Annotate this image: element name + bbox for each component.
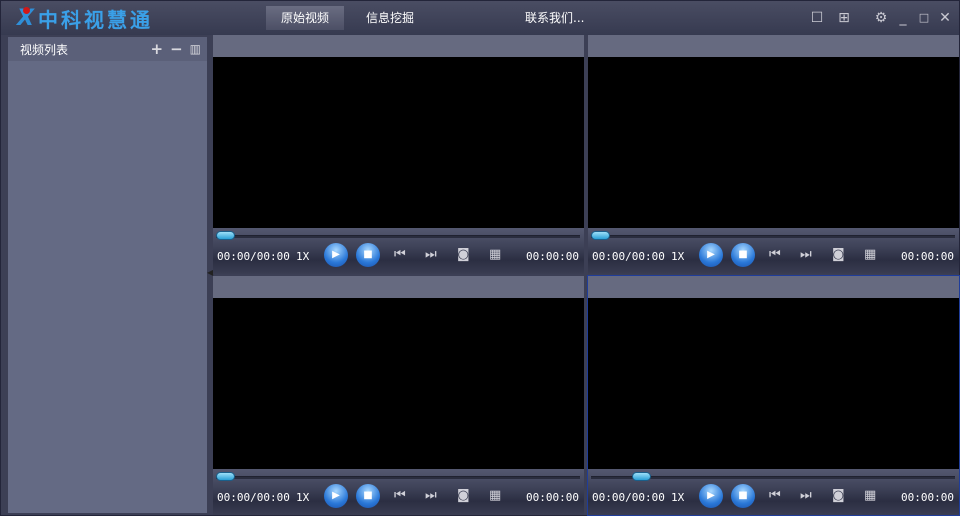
video-panel-2[interactable]: 00:00/00:00 1X ▶ ■ ⏮ ⏭ ◙ ▦ 00:00:00 [588, 35, 959, 274]
video-list-header: 视频列表 + − ▥ [8, 37, 207, 61]
elapsed-time: 00:00/00:00 [217, 491, 290, 504]
video-panel-3[interactable]: 00:00/00:00 1X ▶ ■ ⏮ ⏭ ◙ ▦ 00:00:00 [213, 276, 584, 515]
title-bar: X 中科视慧通 原始视频 信息挖掘 联系我们... ☐ ⊞ ⚙ _ □ ✕ [1, 1, 959, 35]
progress-handle[interactable] [216, 472, 235, 481]
delete-icon[interactable]: ▥ [190, 42, 201, 56]
nav-tab-info-mining[interactable]: 信息挖掘 [351, 6, 429, 30]
progress-track[interactable] [591, 235, 955, 238]
panel-header [213, 276, 584, 298]
previous-icon[interactable]: ⏮ [769, 247, 781, 263]
playback-speed[interactable]: 1X [671, 250, 684, 263]
video-list-sidebar: 视频列表 + − ▥ [8, 37, 207, 513]
playback-speed[interactable]: 1X [296, 491, 309, 504]
snapshot-icon[interactable]: ◙ [832, 488, 845, 504]
video-panel-4[interactable]: 00:00/00:00 1X ▶ ■ ⏮ ⏭ ◙ ▦ 00:00:00 [587, 275, 960, 516]
progress-handle[interactable] [591, 231, 610, 240]
previous-icon[interactable]: ⏮ [394, 488, 406, 504]
record-icon[interactable]: ▦ [864, 488, 876, 504]
panel-header [588, 276, 959, 298]
next-icon[interactable]: ⏭ [425, 488, 437, 504]
panel-header [213, 35, 584, 57]
snapshot-icon[interactable]: ◙ [457, 247, 470, 263]
record-icon[interactable]: ▦ [489, 488, 501, 504]
video-display[interactable] [213, 57, 584, 228]
quad-layout-icon[interactable]: ⊞ [836, 10, 852, 26]
progress-handle[interactable] [216, 231, 235, 240]
panel-header [588, 35, 959, 57]
nav-tab-contact-us[interactable]: 联系我们... [510, 6, 599, 30]
record-icon[interactable]: ▦ [489, 247, 501, 263]
elapsed-time: 00:00/00:00 [592, 491, 665, 504]
single-layout-icon[interactable]: ☐ [809, 10, 825, 26]
progress-track[interactable] [216, 476, 580, 479]
video-display[interactable] [213, 298, 584, 469]
position-time: 00:00:00 [526, 250, 579, 263]
previous-icon[interactable]: ⏮ [769, 488, 781, 504]
position-time: 00:00:00 [526, 491, 579, 504]
next-icon[interactable]: ⏭ [800, 247, 812, 263]
snapshot-icon[interactable]: ◙ [832, 247, 845, 263]
player-controls: 00:00/00:00 1X ▶ ■ ⏮ ⏭ ◙ ▦ 00:00:00 [213, 228, 584, 274]
close-icon[interactable]: ✕ [937, 10, 953, 26]
next-icon[interactable]: ⏭ [425, 247, 437, 263]
next-icon[interactable]: ⏭ [800, 488, 812, 504]
play-icon[interactable]: ▶ [699, 484, 723, 508]
progress-track[interactable] [216, 235, 580, 238]
elapsed-time: 00:00/00:00 [592, 250, 665, 263]
position-time: 00:00:00 [901, 491, 954, 504]
elapsed-time: 00:00/00:00 [217, 250, 290, 263]
logo: X 中科视慧通 [17, 5, 153, 32]
position-time: 00:00:00 [901, 250, 954, 263]
playback-speed[interactable]: 1X [671, 491, 684, 504]
remove-icon[interactable]: − [170, 40, 183, 58]
video-list-title: 视频列表 [20, 42, 69, 57]
player-controls: 00:00/00:00 1X ▶ ■ ⏮ ⏭ ◙ ▦ 00:00:00 [588, 228, 959, 274]
settings-icon[interactable]: ⚙ [873, 10, 889, 26]
stop-icon[interactable]: ■ [356, 243, 380, 267]
stop-icon[interactable]: ■ [356, 484, 380, 508]
nav-tab-original-video[interactable]: 原始视频 [266, 6, 345, 30]
stop-icon[interactable]: ■ [731, 484, 755, 508]
play-icon[interactable]: ▶ [699, 243, 723, 267]
video-display[interactable] [588, 298, 959, 469]
playback-speed[interactable]: 1X [296, 250, 309, 263]
record-icon[interactable]: ▦ [864, 247, 876, 263]
maximize-icon[interactable]: □ [916, 10, 932, 26]
snapshot-icon[interactable]: ◙ [457, 488, 470, 504]
stop-icon[interactable]: ■ [731, 243, 755, 267]
player-controls: 00:00/00:00 1X ▶ ■ ⏮ ⏭ ◙ ▦ 00:00:00 [588, 469, 959, 515]
add-icon[interactable]: + [151, 40, 164, 58]
play-icon[interactable]: ▶ [324, 243, 348, 267]
video-display[interactable] [588, 57, 959, 228]
minimize-icon[interactable]: _ [895, 10, 911, 26]
video-panel-1[interactable]: 00:00/00:00 1X ▶ ■ ⏮ ⏭ ◙ ▦ 00:00:00 [213, 35, 584, 274]
logo-mark-icon: X [17, 5, 34, 31]
progress-handle[interactable] [632, 472, 652, 481]
app-window: X 中科视慧通 原始视频 信息挖掘 联系我们... ☐ ⊞ ⚙ _ □ ✕ 视频… [0, 0, 960, 516]
play-icon[interactable]: ▶ [324, 484, 348, 508]
player-controls: 00:00/00:00 1X ▶ ■ ⏮ ⏭ ◙ ▦ 00:00:00 [213, 469, 584, 515]
previous-icon[interactable]: ⏮ [394, 247, 406, 263]
logo-text: 中科视慧通 [37, 7, 153, 32]
